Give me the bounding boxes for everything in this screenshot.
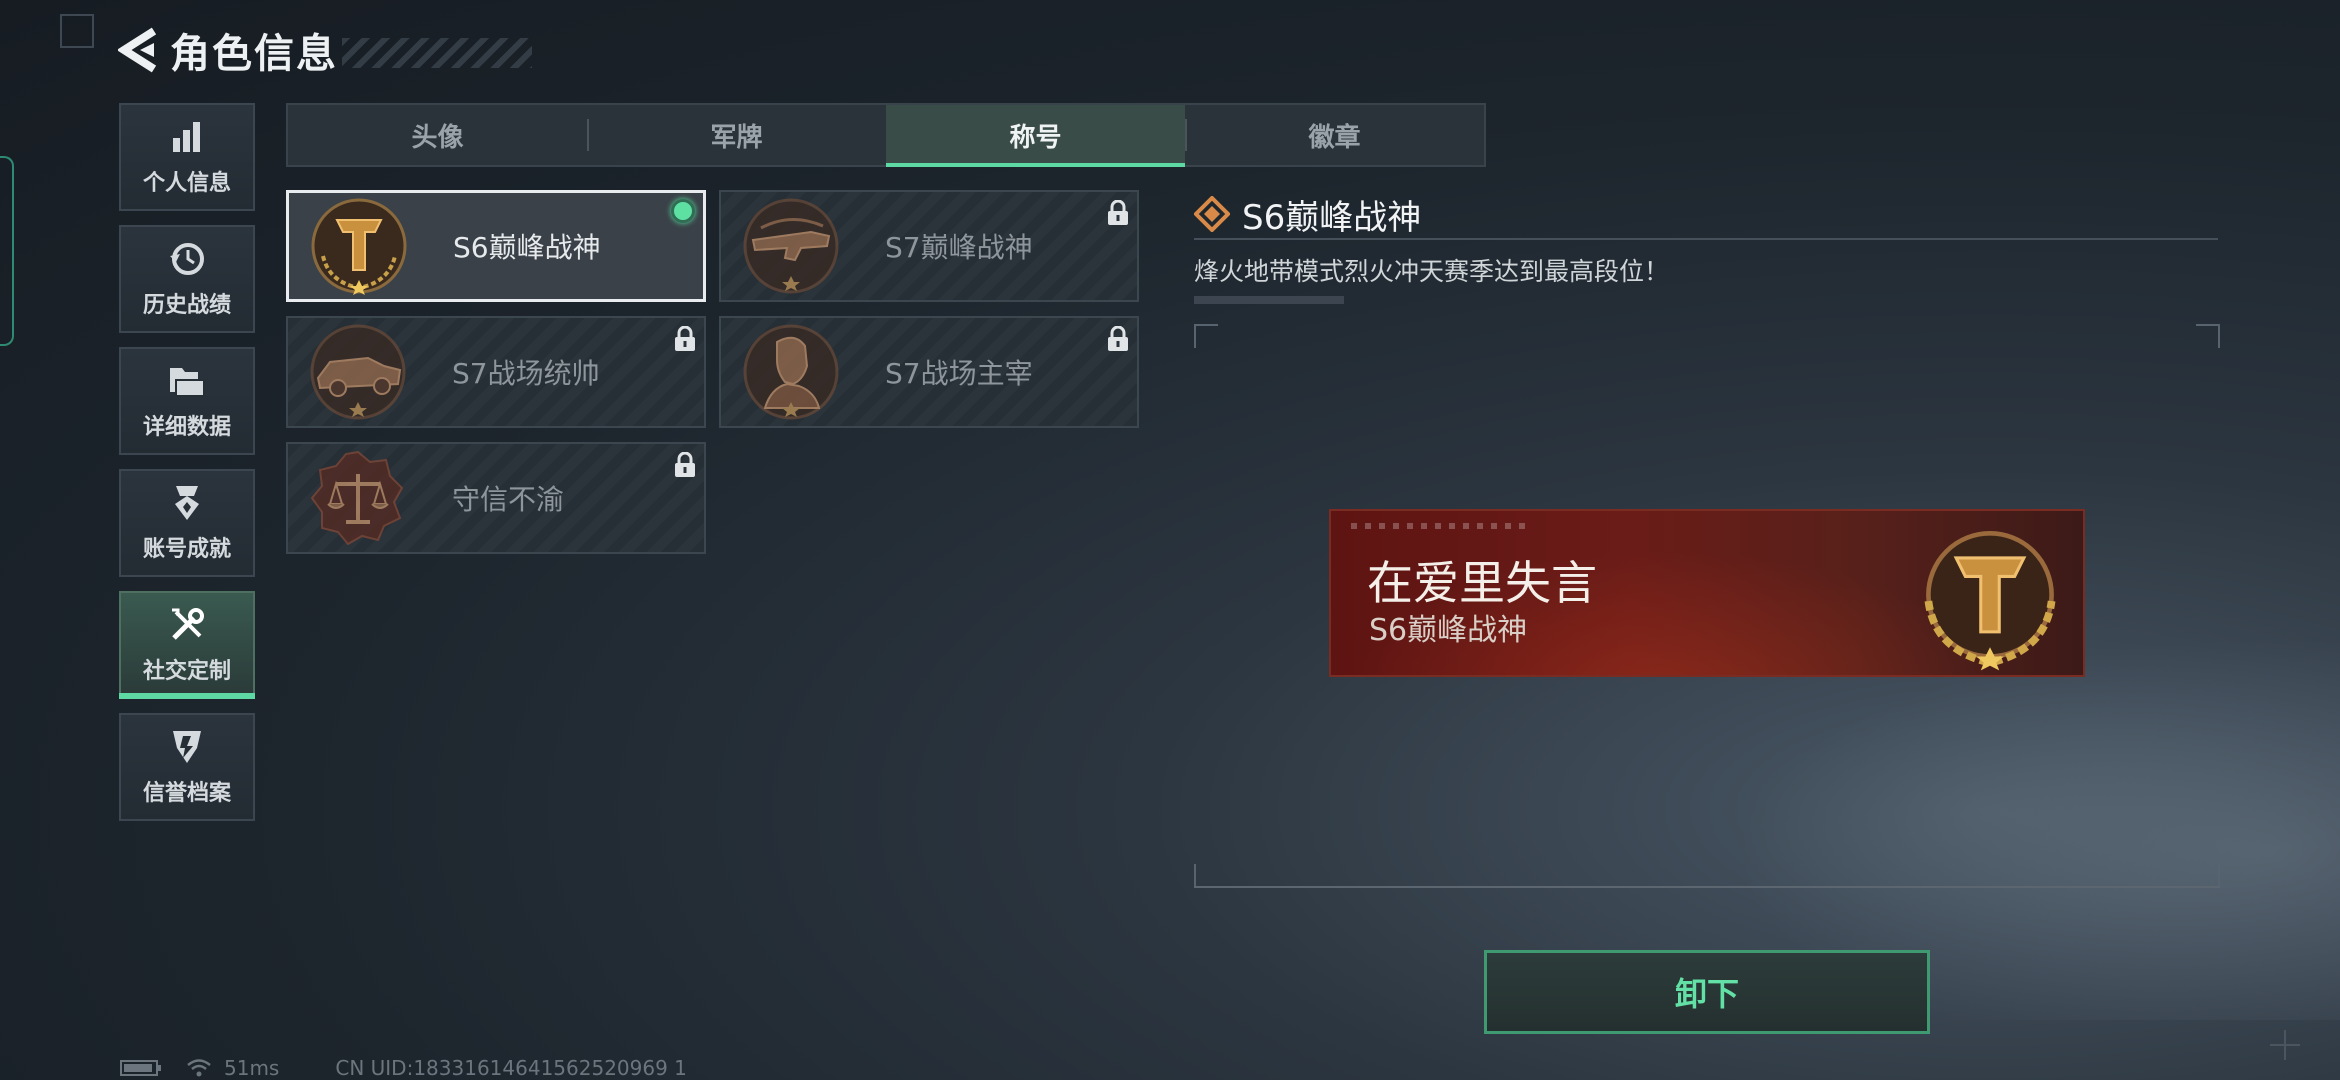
sidebar-item-label: 详细数据 — [142, 415, 231, 440]
tools-icon — [167, 605, 207, 645]
diamond-icon — [1194, 196, 1230, 232]
title-card-s6-peak[interactable]: S6巅峰战神 — [286, 190, 706, 302]
sidebar-item-label: 历史战绩 — [142, 293, 231, 318]
title-card-name: 守信不渝 — [452, 483, 565, 516]
lock-icon — [675, 452, 695, 477]
sidebar-item-label: 信誉档案 — [142, 781, 231, 806]
gold-t-medal-icon — [309, 196, 409, 296]
detail-subtext-bar — [1194, 296, 1344, 304]
battery-icon — [120, 1060, 161, 1076]
lock-icon — [1108, 326, 1128, 351]
title-card-trustworthy[interactable]: 守信不渝 — [286, 442, 706, 554]
detail-header: S6巅峰战神 — [1194, 190, 2218, 240]
title-card-name: S6巅峰战神 — [453, 231, 601, 264]
lock-icon — [1108, 200, 1128, 225]
uid-readout: CN UID:18331614641562520969 1 — [335, 1056, 687, 1080]
rifle-medal-icon — [741, 196, 841, 296]
scales-medal-icon — [308, 448, 408, 548]
category-tabs: 头像 军牌 称号 徽章 — [286, 103, 1486, 167]
title-card-s7-dominator[interactable]: S7战场主宰 — [719, 316, 1139, 428]
tab-avatar[interactable]: 头像 — [288, 105, 587, 165]
clock-history-icon — [167, 239, 207, 279]
title-decoration — [342, 38, 532, 68]
sidebar-item-detail-data[interactable]: 详细数据 — [119, 347, 255, 455]
side-drawer-handle[interactable] — [0, 156, 14, 346]
sidebar-item-personal-info[interactable]: 个人信息 — [119, 103, 255, 211]
tab-badge[interactable]: 徽章 — [1185, 105, 1484, 165]
sidebar-item-social-custom[interactable]: 社交定制 — [119, 591, 255, 699]
shield-badge-icon — [167, 727, 207, 767]
folder-stack-icon — [167, 361, 207, 401]
title-detail-panel: S6巅峰战神 烽火地带模式烈火冲天赛季达到最高段位！ — [1194, 190, 2218, 304]
page-header: 角色信息 — [118, 22, 532, 78]
banner-title: S6巅峰战神 — [1369, 613, 1528, 648]
title-card-name: S7巅峰战神 — [885, 231, 1033, 264]
detail-title: S6巅峰战神 — [1242, 197, 1422, 238]
detail-description: 烽火地带模式烈火冲天赛季达到最高段位！ — [1194, 257, 1670, 286]
title-card-name: S7战场主宰 — [885, 357, 1033, 390]
preview-divider — [1194, 886, 2220, 888]
back-arrow-icon[interactable] — [118, 27, 158, 73]
sidebar-item-label: 社交定制 — [142, 659, 231, 684]
vehicle-medal-icon — [308, 322, 408, 422]
title-card-s7-commander[interactable]: S7战场统帅 — [286, 316, 706, 428]
banner-decoration — [1351, 523, 1531, 529]
gold-t-medal-icon — [1924, 531, 2056, 671]
lock-icon — [675, 326, 695, 351]
player-name: 在爱里失言 — [1367, 556, 1597, 610]
corner-frame — [60, 14, 94, 48]
medal-icon — [167, 483, 207, 523]
sidebar-item-achievements[interactable]: 账号成就 — [119, 469, 255, 577]
equipped-indicator — [671, 199, 695, 223]
sidebar-item-credit-record[interactable]: 信誉档案 — [119, 713, 255, 821]
title-card-name: S7战场统帅 — [452, 357, 600, 390]
wifi-icon — [187, 1059, 211, 1077]
sidebar-item-label: 个人信息 — [142, 171, 231, 196]
sidebar-item-label: 账号成就 — [142, 537, 231, 562]
tab-dog-tag[interactable]: 军牌 — [587, 105, 886, 165]
warrior-medal-icon — [741, 322, 841, 422]
bar-chart-icon — [167, 117, 207, 157]
sidebar-item-history[interactable]: 历史战绩 — [119, 225, 255, 333]
title-card-s7-peak[interactable]: S7巅峰战神 — [719, 190, 1139, 302]
corner-plus-mark — [2270, 1030, 2300, 1060]
sidebar: 个人信息 历史战绩 详细数据 账号成就 社交定制 信誉档案 — [119, 103, 255, 835]
tab-title[interactable]: 称号 — [886, 105, 1185, 167]
ping-readout: 51ms — [224, 1056, 280, 1080]
unequip-button[interactable]: 卸下 — [1484, 950, 1930, 1034]
status-bar: 51ms CN UID:18331614641562520969 1 — [120, 1056, 687, 1080]
title-preview-banner: 在爱里失言 S6巅峰战神 — [1329, 509, 2085, 677]
page-title: 角色信息 — [170, 31, 338, 77]
